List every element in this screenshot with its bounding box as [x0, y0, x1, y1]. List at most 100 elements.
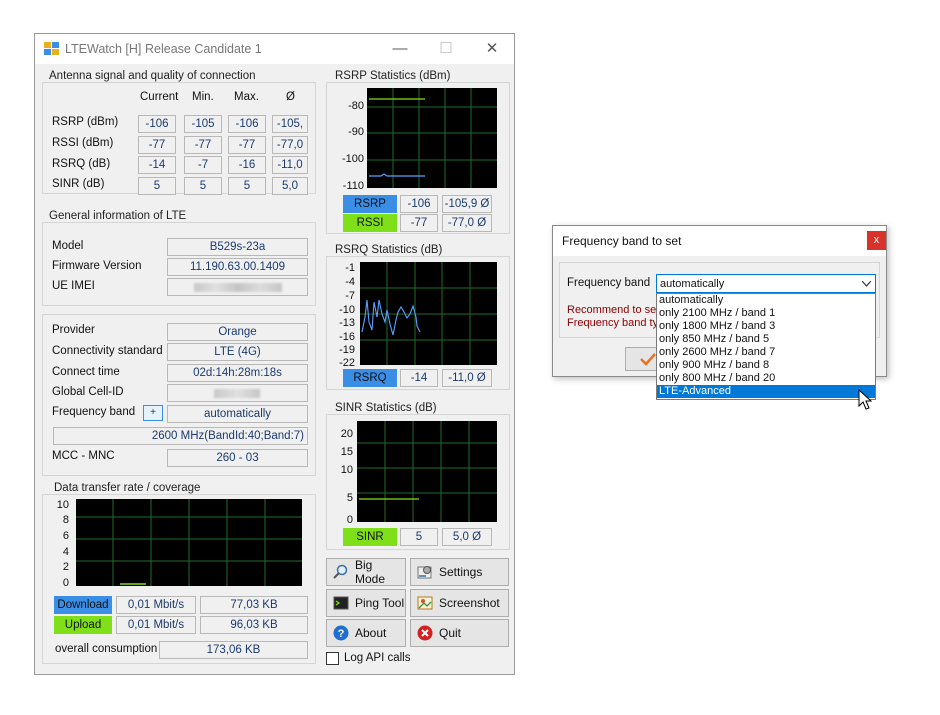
recommend-line-2: Frequency band typ	[567, 317, 665, 329]
upload-total: 96,03 KB	[200, 616, 308, 634]
rsrq-tick: -1	[345, 262, 355, 274]
maximize-button[interactable]: ☐	[431, 38, 461, 60]
transfer-tick: 6	[62, 530, 69, 542]
rsrp-trace	[369, 173, 425, 177]
band-dropdown-list: automatically only 2100 MHz / band 1 onl…	[656, 293, 876, 400]
rsrq-tag: RSRQ	[343, 369, 397, 387]
band-option[interactable]: only 2100 MHz / band 1	[657, 307, 875, 320]
antenna-group-title: Antenna signal and quality of connection	[46, 70, 259, 82]
rsrp-row-label: RSRP (dBm)	[52, 116, 119, 128]
ping-tool-label: Ping Tool	[355, 596, 405, 610]
overall-consumption-value: 173,06 KB	[159, 641, 308, 659]
rssi-tag: RSSI	[343, 214, 397, 232]
screenshot-button[interactable]: Screenshot	[410, 589, 509, 617]
provider-label: Provider	[52, 324, 95, 336]
frequency-band-edit-button[interactable]: +	[143, 405, 163, 421]
rsrq-tick: -7	[345, 290, 355, 302]
settings-label: Settings	[439, 565, 483, 579]
svg-text:?: ?	[338, 628, 345, 640]
recommend-line-1: Recommend to sel	[567, 304, 659, 316]
firmware-label: Firmware Version	[52, 260, 142, 272]
main-window: LTEWatch [H] Release Candidate 1 — ☐ ✕ A…	[34, 33, 515, 675]
settings-icon	[417, 566, 432, 579]
cell-id-label: Global Cell-ID	[52, 386, 124, 398]
rsrp-chart	[367, 88, 497, 188]
big-mode-button[interactable]: Big Mode	[326, 558, 406, 586]
rsrq-stats-title: RSRQ Statistics (dB)	[332, 244, 446, 256]
settings-button[interactable]: Settings	[410, 558, 509, 586]
band-option-highlighted[interactable]: LTE-Advanced	[657, 385, 875, 398]
window-title: LTEWatch [H]	[65, 42, 142, 56]
rsrp-current: -106	[138, 115, 176, 133]
sinr-grid	[357, 421, 497, 522]
frequency-band-dialog: Frequency band to set x Frequency band a…	[552, 225, 887, 400]
rsrp-stats-title: RSRP Statistics (dBm)	[332, 70, 454, 82]
help-icon: ?	[333, 625, 349, 641]
header-max: Max.	[234, 91, 259, 103]
dialog-title-bar[interactable]: Frequency band to set x	[553, 226, 886, 256]
big-mode-label: Big Mode	[355, 558, 386, 586]
band-select[interactable]: automatically	[656, 274, 876, 293]
title-bar[interactable]: LTEWatch [H] Release Candidate 1 — ☐ ✕	[35, 34, 514, 64]
band-option[interactable]: only 900 MHz / band 8	[657, 359, 875, 372]
rsrq-current: -14	[138, 156, 176, 174]
close-button[interactable]: ✕	[477, 38, 507, 60]
standard-label: Connectivity standard	[52, 345, 163, 357]
band-option[interactable]: only 850 MHz / band 5	[657, 333, 875, 346]
imei-label: UE IMEI	[52, 280, 95, 292]
window-subtitle: Release Candidate 1	[145, 42, 262, 56]
ping-tool-button[interactable]: Ping Tool	[326, 589, 406, 617]
rsrp-stat-current: -106	[400, 195, 438, 213]
imei-value	[167, 278, 308, 296]
rssi-min: -77	[184, 136, 222, 154]
sinr-tick: 0	[346, 514, 353, 526]
rssi-stat-current: -77	[400, 214, 438, 232]
upload-rate: 0,01 Mbit/s	[116, 616, 196, 634]
band-option[interactable]: only 1800 MHz / band 3	[657, 320, 875, 333]
model-value: B529s-23a	[167, 238, 308, 256]
sinr-chart	[357, 421, 497, 522]
sinr-avg: 5,0	[272, 177, 308, 195]
standard-value: LTE (4G)	[167, 343, 308, 361]
dialog-close-button[interactable]: x	[867, 231, 886, 250]
rsrq-tick: -19	[339, 344, 355, 356]
terminal-icon	[333, 596, 349, 610]
transfer-chart	[76, 499, 302, 586]
transfer-group-title: Data transfer rate / coverage	[51, 482, 204, 494]
quit-button[interactable]: Quit	[410, 619, 509, 647]
rsrq-stat-avg: -11,0 Ø	[442, 369, 492, 387]
band-option[interactable]: only 2600 MHz / band 7	[657, 346, 875, 359]
rsrq-grid	[360, 262, 497, 365]
chevron-down-icon	[862, 281, 871, 287]
transfer-tick: 2	[62, 561, 69, 573]
band-option[interactable]: automatically	[657, 294, 875, 307]
rsrp-tick: -110	[342, 180, 364, 192]
upload-tag: Upload	[54, 616, 112, 634]
rssi-row-label: RSSI (dBm)	[52, 137, 114, 149]
log-api-checkbox[interactable]	[326, 652, 339, 665]
about-button[interactable]: ? About	[326, 619, 406, 647]
quit-label: Quit	[439, 626, 462, 640]
sinr-tick: 20	[340, 428, 353, 440]
rsrq-tick: -22	[339, 357, 355, 369]
rsrq-tick: -4	[345, 276, 355, 288]
band-option[interactable]: only 800 MHz / band 20	[657, 372, 875, 385]
model-label: Model	[52, 240, 84, 252]
rsrq-chart	[360, 262, 497, 365]
sinr-stats-title: SINR Statistics (dB)	[332, 402, 440, 414]
sinr-stat-avg: 5,0 Ø	[442, 528, 492, 546]
rsrp-tick: -100	[341, 153, 364, 165]
download-tag: Download	[54, 596, 112, 614]
general-group-title: General information of LTE	[46, 210, 190, 222]
rsrq-stat-current: -14	[400, 369, 438, 387]
rssi-stat-avg: -77,0 Ø	[442, 214, 492, 232]
frequency-band-label: Frequency band	[52, 406, 136, 418]
connect-time-label: Connect time	[52, 366, 120, 378]
header-current: Current	[140, 91, 179, 103]
minimize-button[interactable]: —	[385, 38, 415, 60]
rsrq-min: -7	[184, 156, 222, 174]
mouse-cursor-icon	[858, 389, 872, 410]
dialog-title: Frequency band to set	[562, 234, 682, 248]
rsrq-avg: -11,0	[272, 156, 308, 174]
rsrp-avg: -105,	[272, 115, 308, 133]
